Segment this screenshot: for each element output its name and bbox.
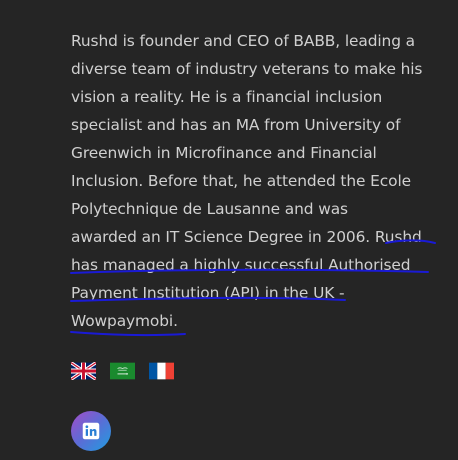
profile-bio-section: Rushd is founder and CEO of BABB, leadin… — [0, 0, 458, 460]
france-flag-icon[interactable] — [149, 362, 174, 380]
bio-line: has managed a highly successful Authoris… — [71, 256, 411, 274]
uk-flag-icon[interactable] — [71, 362, 96, 380]
bio-line: Payment Institution (API) in the UK - — [71, 284, 345, 302]
saudi-flag-icon[interactable] — [110, 362, 135, 380]
bio-line: Rushd is founder and CEO of BABB, leadin… — [71, 32, 415, 50]
linkedin-icon — [82, 422, 100, 440]
bio-line: specialist and has an MA from University… — [71, 116, 401, 134]
bio-line: awarded an IT Science Degree in 2006. Ru… — [71, 228, 422, 246]
language-selector — [71, 362, 174, 380]
bio-line: Wowpaymobi. — [71, 312, 178, 330]
bio-line: Inclusion. Before that, he attended the … — [71, 172, 412, 190]
bio-line: vision a reality. He is a financial incl… — [71, 88, 383, 106]
bio-line: Polytechnique de Lausanne and was — [71, 200, 348, 218]
bio-text: Rushd is founder and CEO of BABB, leadin… — [71, 27, 451, 335]
bio-line: Greenwich in Microfinance and Financial — [71, 144, 377, 162]
linkedin-button[interactable] — [71, 411, 111, 451]
bio-line: diverse team of industry veterans to mak… — [71, 60, 423, 78]
